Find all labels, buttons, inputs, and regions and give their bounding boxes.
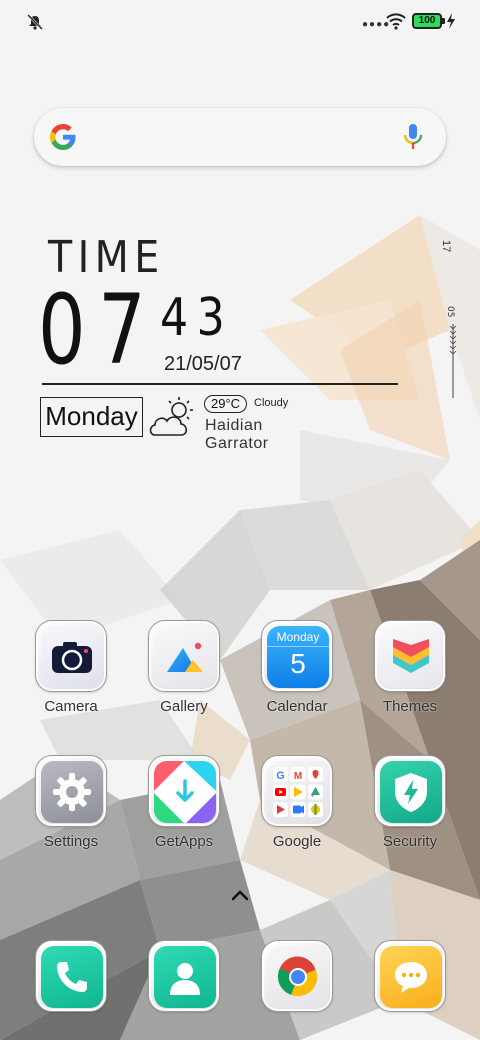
dock-chrome[interactable] bbox=[247, 940, 347, 1040]
settings-gear-icon bbox=[41, 761, 103, 823]
charging-bolt-icon bbox=[447, 13, 455, 29]
battery-icon: 100 bbox=[412, 13, 442, 29]
security-shield-icon bbox=[380, 761, 442, 823]
widget-divider bbox=[42, 383, 398, 385]
svg-text:M: M bbox=[294, 771, 302, 782]
app-themes[interactable]: Themes bbox=[360, 620, 460, 730]
app-tile bbox=[148, 620, 220, 692]
svg-text:G: G bbox=[276, 770, 285, 782]
battery-tip bbox=[442, 18, 445, 24]
app-label-settings: Settings bbox=[43, 833, 99, 850]
google-folder-icon: G M bbox=[267, 761, 329, 823]
app-label-calendar: Calendar bbox=[266, 698, 328, 715]
chrome-icon bbox=[267, 946, 329, 1008]
app-tile bbox=[148, 755, 220, 827]
clock-date: 21/05/07 bbox=[164, 353, 242, 375]
calendar-icon-date: 5 bbox=[290, 648, 306, 679]
dock-phone[interactable] bbox=[21, 940, 121, 1040]
app-label-google: Google bbox=[272, 833, 322, 850]
app-google-folder[interactable]: G M Google bbox=[247, 755, 347, 865]
app-label-getapps: GetApps bbox=[154, 833, 214, 850]
dock-contacts[interactable] bbox=[134, 940, 234, 1040]
app-tile bbox=[374, 620, 446, 692]
google-search-bar[interactable] bbox=[34, 108, 446, 166]
partly-cloudy-icon bbox=[149, 397, 193, 436]
app-camera[interactable]: Camera bbox=[21, 620, 121, 730]
camera-icon bbox=[41, 626, 103, 688]
gallery-icon bbox=[154, 626, 216, 688]
status-bar: ●●●● 100 bbox=[0, 0, 480, 44]
app-tile bbox=[261, 940, 333, 1012]
contacts-icon bbox=[154, 946, 216, 1008]
app-label-security: Security bbox=[382, 833, 438, 850]
weather-location: Haidian Garrator bbox=[205, 417, 269, 452]
calendar-icon-day: Monday bbox=[276, 630, 320, 644]
app-tile bbox=[374, 755, 446, 827]
battery-level: 100 bbox=[418, 15, 436, 26]
microphone-icon[interactable] bbox=[402, 122, 424, 152]
calendar-icon: Monday 5 bbox=[267, 626, 329, 688]
app-tile: G M bbox=[261, 755, 333, 827]
widget-side-scale: 05 bbox=[448, 306, 457, 398]
messages-icon bbox=[380, 946, 442, 1008]
app-security[interactable]: Security bbox=[360, 755, 460, 865]
clock-hour: 07 bbox=[38, 274, 159, 386]
app-label-camera: Camera bbox=[44, 698, 98, 715]
app-getapps[interactable]: GetApps bbox=[134, 755, 234, 865]
chevron-up-icon[interactable] bbox=[230, 888, 250, 902]
widget-side-number: 17 bbox=[440, 240, 452, 253]
themes-icon bbox=[380, 626, 442, 688]
clock-day-box: Monday bbox=[40, 397, 143, 437]
app-tile bbox=[148, 940, 220, 1012]
app-tile bbox=[35, 755, 107, 827]
clock-minute: 43 bbox=[160, 288, 234, 348]
wifi-icon bbox=[386, 13, 406, 30]
app-settings[interactable]: Settings bbox=[21, 755, 121, 865]
app-tile bbox=[35, 620, 107, 692]
app-label-themes: Themes bbox=[382, 698, 438, 715]
google-logo-icon bbox=[50, 124, 76, 150]
app-tile bbox=[374, 940, 446, 1012]
app-label-gallery: Gallery bbox=[160, 698, 208, 715]
svg-text:05: 05 bbox=[448, 306, 455, 317]
app-gallery[interactable]: Gallery bbox=[134, 620, 234, 730]
dock-messages[interactable] bbox=[360, 940, 460, 1040]
getapps-icon bbox=[154, 761, 216, 823]
phone-icon bbox=[41, 946, 103, 1008]
weather-temperature: 29°C bbox=[204, 395, 248, 413]
weather-condition: Cloudy bbox=[254, 397, 289, 409]
app-tile bbox=[35, 940, 107, 1012]
app-tile: Monday 5 bbox=[261, 620, 333, 692]
mute-icon bbox=[27, 14, 43, 30]
app-calendar[interactable]: Monday 5 Calendar bbox=[247, 620, 347, 730]
